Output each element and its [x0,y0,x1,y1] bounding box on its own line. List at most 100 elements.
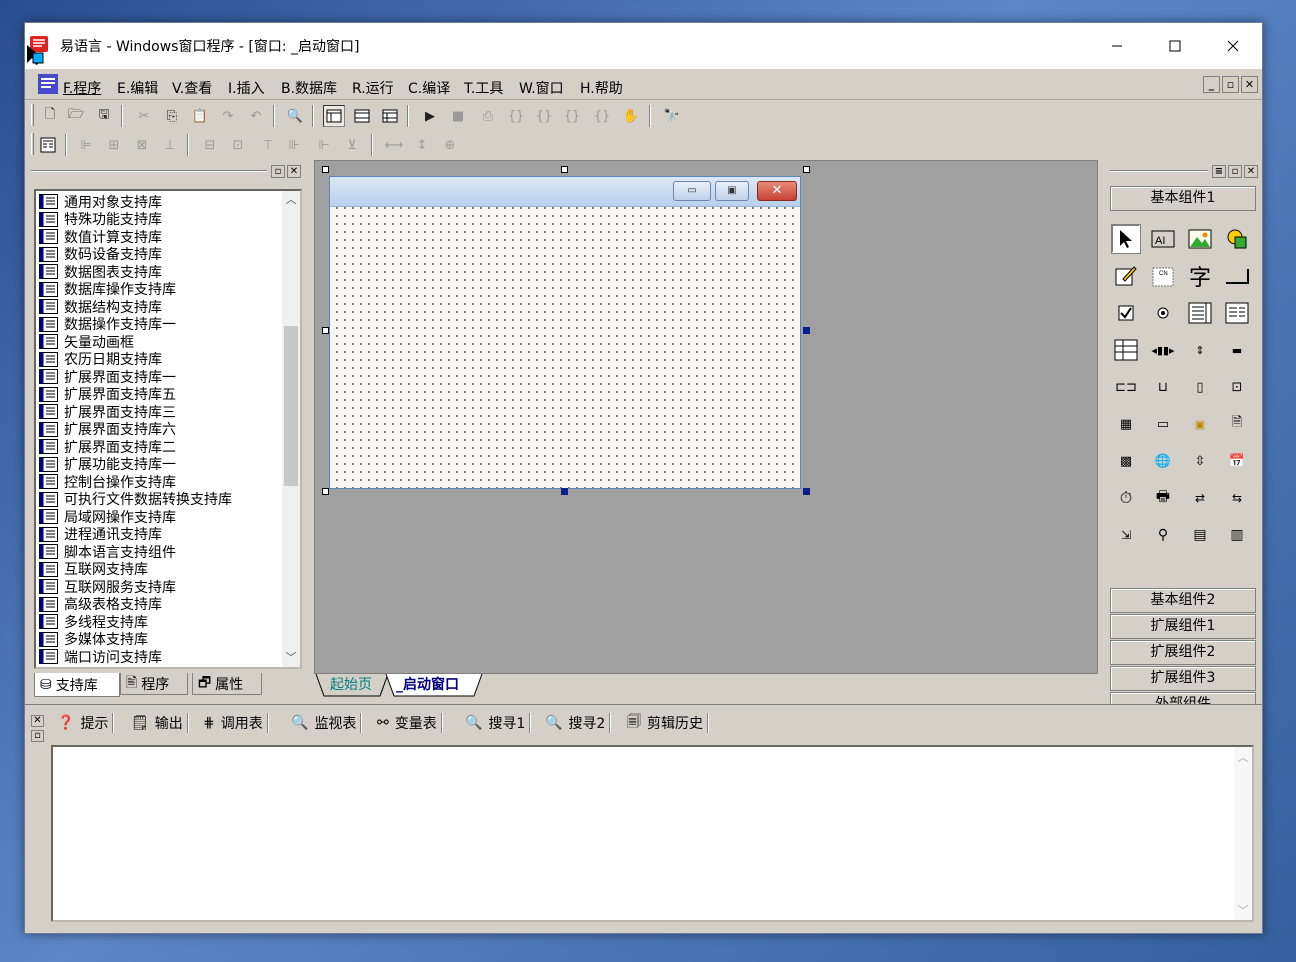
align-center-icon[interactable]: ⊞ [103,134,125,156]
image-frame-tool-icon[interactable]: ⊡ [1222,372,1252,402]
library-item[interactable]: 数据库操作支持库 [39,281,279,298]
edit-box-tool-icon[interactable] [1111,261,1141,291]
same-height-icon[interactable]: ⊡ [227,134,249,156]
layout1-icon[interactable] [323,105,345,127]
combo-box-tool-icon[interactable] [1222,298,1252,328]
undo-icon[interactable]: ↶ [245,105,267,127]
tab-variables[interactable]: ⚯ 变量表 [377,711,443,735]
space-v-icon[interactable]: ⊻ [341,134,363,156]
size-v-icon[interactable]: ↕ [411,134,433,156]
library-item[interactable]: 数码设备支持库 [39,246,279,263]
output-textarea[interactable]: ︿ ﹀ [51,745,1254,922]
pointer-tool-icon[interactable] [1111,224,1141,254]
tab-call-stack[interactable]: ⋕ 调用表 [203,711,269,735]
scrollbar-thumb[interactable] [284,326,298,486]
menu-edit[interactable]: E.编辑 [117,78,158,98]
align-top-icon[interactable]: ⊥ [159,134,181,156]
bottom-panel-close-button[interactable]: ✕ [31,715,44,727]
find-icon[interactable]: 🔍 [284,105,306,127]
stop-icon[interactable]: ■ [447,105,469,127]
file-box-tool-icon[interactable]: 🗎 [1222,409,1252,439]
library-item[interactable]: 特殊功能支持库 [39,211,279,228]
run-icon[interactable]: ▶ [419,105,441,127]
picture-tool-icon[interactable] [1185,224,1215,254]
vscroll-tool-icon[interactable]: ⇕ [1185,335,1215,365]
trace-icon[interactable]: {} [591,105,613,127]
step-out-icon[interactable]: {} [533,105,555,127]
spinner-tool-icon[interactable]: ⇳ [1185,446,1215,476]
library-item[interactable]: 端口访问支持库 [39,648,279,666]
panel-close-button[interactable]: ✕ [287,165,301,178]
progress-tool-icon[interactable]: ▬ [1222,335,1252,365]
button-tool-icon[interactable] [1222,261,1252,291]
cut-icon[interactable]: ✂ [133,105,155,127]
library-item[interactable]: 多线程支持库 [39,613,279,631]
checkbox-tool-icon[interactable] [1111,298,1141,328]
mdi-restore-button[interactable]: ▫ [1222,76,1239,93]
library-item[interactable]: 农历日期支持库 [39,351,279,368]
toolbar-grip[interactable] [31,133,34,155]
library-item[interactable]: 互联网支持库 [39,561,279,578]
frame-tool-icon[interactable]: ▤ [1185,520,1215,550]
resize-handle[interactable] [322,488,329,495]
library-item[interactable]: 控制台操作支持库 [39,473,279,491]
panel-menu-button[interactable]: ≡ [1212,165,1226,178]
group-extended-components-3[interactable]: 扩展组件3 [1110,666,1256,691]
tab-program[interactable]: 🖹 程序 [120,673,188,695]
timer-tool-icon[interactable]: ⏱ [1111,483,1141,513]
serial-port-tool-icon[interactable]: ⚲ [1148,520,1178,550]
group-extended-components-1[interactable]: 扩展组件1 [1110,614,1256,639]
library-scrollbar[interactable]: ︿ ﹀ [282,191,300,667]
list-box-tool-icon[interactable] [1185,298,1215,328]
center-h-icon[interactable]: ⊤ [257,134,279,156]
program-menu-icon[interactable] [37,73,59,95]
library-item[interactable]: 扩展功能支持库一 [39,456,279,473]
copy-icon[interactable]: ⎘ [161,105,183,127]
library-item[interactable]: 数据图表支持库 [39,263,279,281]
align-right-icon[interactable]: ⊠ [131,134,153,156]
library-item[interactable]: 互联网服务支持库 [39,578,279,596]
library-item[interactable]: 数值计算支持库 [39,228,279,246]
database-tool-icon[interactable]: ▥ [1222,520,1252,550]
hscroll-tool-icon[interactable]: ◂▮▮▸ [1148,335,1178,365]
menu-view[interactable]: V.查看 [172,78,212,98]
menu-compile[interactable]: C.编译 [408,78,450,98]
scroll-down-icon[interactable]: ﹀ [282,649,300,667]
label-tool-icon[interactable]: AI [1148,224,1178,254]
menu-database[interactable]: B.数据库 [281,78,337,98]
library-item[interactable]: 进程通讯支持库 [39,526,279,543]
resize-handle[interactable] [322,327,329,334]
step-in-icon[interactable]: {} [505,105,527,127]
menu-help[interactable]: H.帮助 [580,78,623,98]
new-file-icon[interactable]: 🗋 [39,105,61,127]
color-picker-tool-icon[interactable]: ▩ [1111,446,1141,476]
startup-window-form[interactable]: ▭ ▣ ✕ [329,176,801,489]
menu-insert[interactable]: I.插入 [228,78,265,98]
step-icon[interactable]: ⎙ [477,105,499,127]
close-button[interactable] [1204,23,1262,69]
save-icon[interactable]: 🖫 [93,105,115,127]
mdi-close-button[interactable]: ✕ [1241,76,1258,93]
scroll-down-icon[interactable]: ﹀ [1234,902,1252,918]
timer-column-tool-icon[interactable]: ▯ [1185,372,1215,402]
data-source-tool-icon[interactable]: ⇄ [1185,483,1215,513]
library-item[interactable]: 数据操作支持库一 [39,316,279,333]
tab-search-1[interactable]: 🔍 搜寻1 [465,711,532,735]
tab-watch[interactable]: 🔍 监视表 [291,711,363,735]
menu-window[interactable]: W.窗口 [519,78,564,98]
group-basic-components-1[interactable]: 基本组件1 [1110,186,1256,211]
shape-tool-icon[interactable] [1222,224,1252,254]
panel-close-button[interactable]: ✕ [1244,165,1258,178]
calendar-tool-icon[interactable]: 📅 [1222,446,1252,476]
library-item[interactable]: 多媒体支持库 [39,631,279,648]
redo-icon[interactable]: ↷ [217,105,239,127]
form-icon[interactable] [37,134,59,156]
scroll-up-icon[interactable]: ︿ [282,191,300,209]
library-item[interactable]: 矢量动画框 [39,333,279,351]
tab-control-tool-icon[interactable]: ⊔ [1148,372,1178,402]
tab-output[interactable]: 🗒 输出 [131,711,189,735]
client-tool-icon[interactable]: ⇲ [1111,520,1141,550]
bottom-panel-restore-button[interactable]: ▫ [31,730,44,742]
open-folder-icon[interactable]: 🗁 [65,105,87,127]
space-h-icon[interactable]: ⊩ [313,134,335,156]
